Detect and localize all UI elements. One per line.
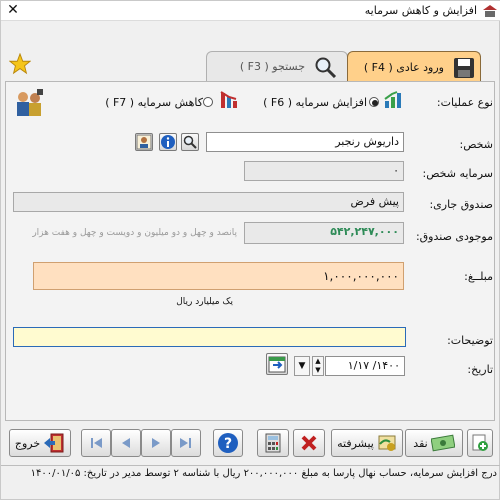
last-record-button[interactable] (171, 429, 201, 457)
fund-balance-label: موجودی صندوق: (415, 230, 493, 243)
last-icon (180, 438, 191, 448)
cash-button[interactable]: نقد (405, 429, 463, 457)
option-decrease-label[interactable]: کاهش سرمایه ( F7 ) (105, 96, 203, 109)
exit-label: خروج (14, 436, 41, 450)
calendar-icon (268, 356, 286, 373)
delete-icon (301, 435, 317, 451)
option-increase-label[interactable]: افزایش سرمایه ( F6 ) (263, 96, 367, 109)
person-capital-label: سرمایه شخص: (422, 167, 494, 180)
svg-text:?: ? (224, 436, 232, 452)
close-icon[interactable]: ✕ (5, 2, 21, 18)
fund-balance-words: پانصد و چهل و دو میلیون و دویست و چهل و … (32, 228, 237, 238)
advanced-button[interactable]: پیشرفته (331, 429, 403, 457)
person-label: شخص: (459, 138, 494, 151)
certificate-icon (378, 435, 396, 451)
people-icon[interactable] (13, 89, 45, 117)
status-bar: درج افزایش سرمایه، حساب نهال پارسا به مب… (1, 465, 500, 483)
person-card-button[interactable] (135, 133, 153, 151)
amount-words: یک میلیارد ریال (176, 297, 233, 307)
help-button[interactable]: ? (213, 429, 243, 457)
advanced-label: پیشرفته (337, 436, 374, 450)
chart-up-icon (384, 91, 401, 108)
add-button[interactable] (467, 429, 493, 457)
money-icon (430, 434, 455, 452)
exit-button[interactable]: خروج (9, 429, 71, 457)
tab-normal-entry[interactable]: ورود عادی ( F4 ) (347, 51, 481, 83)
tab-normal-entry-label: ورود عادی ( F4 ) (363, 61, 444, 74)
calendar-button[interactable] (266, 353, 288, 375)
date-field[interactable]: ۱۴۰۰/ ۱/۱۷ (325, 356, 405, 376)
save-icon (454, 58, 474, 78)
window-title: افزایش و کاهش سرمایه (364, 4, 477, 17)
tab-search-label: جستجو ( F3 ) (239, 60, 305, 73)
person-card-icon (136, 134, 152, 150)
first-icon (91, 438, 102, 448)
next-icon (152, 438, 160, 448)
search-icon (315, 57, 337, 78)
fund-balance-field: ۵۴۲,۲۴۷,۰۰۰ (244, 222, 404, 244)
radio-decrease[interactable] (203, 97, 213, 107)
current-fund-field: پیش فرض (13, 192, 404, 212)
person-capital-field: ۰ (244, 161, 404, 181)
app-window: ✕ افزایش و کاهش سرمایه جستجو ( F3 ) ورود… (0, 0, 500, 500)
current-fund-label: صندوق جاری: (429, 198, 493, 211)
info-icon (161, 135, 175, 149)
radio-increase[interactable] (369, 97, 379, 107)
cash-label: نقد (413, 436, 428, 450)
person-search-button[interactable] (181, 133, 199, 151)
add-icon (472, 434, 488, 451)
description-label: توضیحات: (447, 334, 493, 347)
date-label: تاریخ: (467, 363, 493, 376)
first-record-button[interactable] (81, 429, 111, 457)
prev-icon (122, 438, 130, 448)
prev-record-button[interactable] (111, 429, 141, 457)
date-spinner[interactable]: ▲ ▼ (312, 356, 324, 376)
search-icon (183, 135, 197, 149)
star-icon[interactable] (9, 53, 31, 75)
person-field[interactable]: داریوش رنجبر (206, 132, 404, 152)
tab-search[interactable]: جستجو ( F3 ) (206, 51, 348, 81)
amount-field[interactable]: ۱,۰۰۰,۰۰۰,۰۰۰ (33, 262, 404, 290)
next-record-button[interactable] (141, 429, 171, 457)
operation-type-label: نوع عملیات: (436, 96, 493, 109)
amount-label: مبلــغ: (464, 270, 493, 283)
person-info-button[interactable] (159, 133, 177, 151)
delete-button[interactable] (293, 429, 325, 457)
calculator-icon (265, 433, 281, 453)
date-dropdown[interactable]: ▼ (294, 356, 310, 376)
title-bar: ✕ افزایش و کاهش سرمایه (1, 1, 500, 21)
description-field[interactable] (13, 327, 406, 347)
chart-down-icon (220, 91, 237, 108)
calculator-button[interactable] (257, 429, 289, 457)
exit-icon (44, 433, 64, 453)
help-icon: ? (218, 433, 238, 453)
app-icon (483, 5, 497, 17)
